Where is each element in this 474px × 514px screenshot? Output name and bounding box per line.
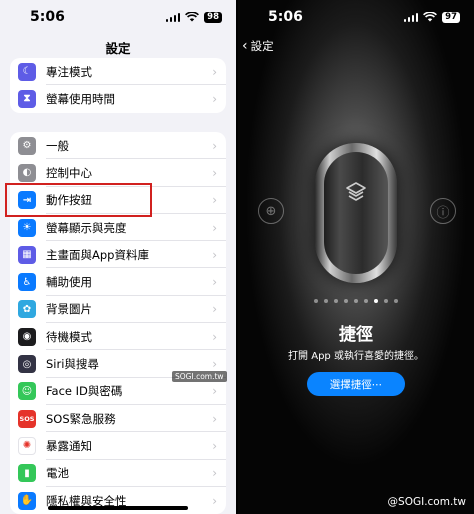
hand-icon: ✋ bbox=[18, 491, 36, 510]
home-indicator bbox=[48, 506, 188, 510]
page-dot[interactable] bbox=[384, 299, 388, 303]
page-dot[interactable] bbox=[324, 299, 328, 303]
back-label: 設定 bbox=[250, 39, 274, 53]
feature-description: 打開 App 或執行喜愛的捷徑。 bbox=[288, 351, 424, 362]
settings-row[interactable]: ☀ 螢幕顯示與亮度 › bbox=[10, 214, 226, 242]
chevron-right-icon: › bbox=[212, 193, 217, 208]
settings-row-label: 專注模式 bbox=[46, 64, 92, 79]
status-time: 5:06 bbox=[268, 9, 303, 25]
battery-indicator: 98 bbox=[204, 11, 222, 23]
standby-icon: ◉ bbox=[18, 327, 36, 346]
page-dot[interactable] bbox=[374, 299, 378, 303]
feature-title: 捷徑 bbox=[339, 325, 373, 345]
page-dot[interactable] bbox=[354, 299, 358, 303]
sos-icon: SOS bbox=[18, 409, 36, 428]
settings-row[interactable]: ▮ 電池 › bbox=[10, 460, 226, 488]
wifi-icon bbox=[185, 12, 200, 22]
sun-icon: ☀ bbox=[18, 218, 36, 237]
choose-shortcut-button[interactable]: 選擇捷徑⋯ bbox=[307, 372, 405, 396]
settings-group-main: ⚙ 一般 › ◐ 控制中心 › ⇥ 動作按鈕 › ☀ 螢幕顯示與亮度 › ▦ 主畫面與App資料庫 › ♿ 輔助… bbox=[10, 132, 226, 514]
page-dot[interactable] bbox=[314, 299, 318, 303]
exposure-icon: ✺ bbox=[18, 436, 36, 455]
magnifier-icon[interactable]: ⊕ bbox=[258, 198, 284, 224]
chevron-right-icon: › bbox=[212, 247, 217, 262]
siri-icon: ◎ bbox=[18, 355, 36, 374]
chevron-right-icon: › bbox=[212, 138, 217, 153]
page-title: 設定 bbox=[105, 41, 131, 56]
back-button[interactable]: ‹ 設定 bbox=[242, 38, 274, 54]
settings-row-label: 背景圖片 bbox=[46, 302, 92, 317]
accessibility-icon[interactable]: ⓘ bbox=[430, 198, 456, 224]
faceid-icon: ☺ bbox=[18, 382, 36, 401]
wallpaper-icon: ✿ bbox=[18, 300, 36, 319]
settings-row-label: 一般 bbox=[46, 138, 69, 153]
action-button-screen: 5:06 97 ‹ 設定 ⊕ ⓘ 捷徑 打開 App 或執行喜愛的捷徑。 選擇捷… bbox=[238, 0, 474, 514]
wifi-icon bbox=[423, 12, 438, 22]
settings-row-label: 主畫面與App資料庫 bbox=[46, 247, 149, 262]
page-dot[interactable] bbox=[344, 299, 348, 303]
chevron-right-icon: › bbox=[212, 466, 217, 481]
action-button-illustration bbox=[315, 143, 397, 283]
chevron-right-icon: › bbox=[212, 91, 217, 106]
settings-row-label: SOS緊急服務 bbox=[46, 411, 116, 426]
page-dot[interactable] bbox=[364, 299, 368, 303]
settings-row-label: Siri與搜尋 bbox=[46, 357, 99, 372]
settings-row[interactable]: ✺ 暴露通知 › bbox=[10, 432, 226, 460]
chevron-right-icon: › bbox=[212, 384, 217, 399]
settings-row-label: 螢幕顯示與亮度 bbox=[46, 220, 127, 235]
settings-row-label: 待機模式 bbox=[46, 329, 92, 344]
status-bar: 5:06 97 bbox=[238, 0, 474, 34]
chevron-right-icon: › bbox=[212, 357, 217, 372]
settings-row-label: 動作按鈕 bbox=[46, 193, 92, 208]
settings-row[interactable]: ⚙ 一般 › bbox=[10, 132, 226, 160]
chevron-right-icon: › bbox=[212, 275, 217, 290]
chevron-right-icon: › bbox=[212, 64, 217, 79]
battery-icon: ▮ bbox=[18, 464, 36, 483]
settings-row[interactable]: ♿ 輔助使用 › bbox=[10, 268, 226, 297]
settings-row-label: Face ID與密碼 bbox=[46, 384, 123, 399]
shortcuts-icon bbox=[346, 182, 366, 202]
settings-row-label: 暴露通知 bbox=[46, 438, 92, 453]
settings-row[interactable]: ◉ 待機模式 › bbox=[10, 323, 226, 351]
accessibility-icon: ♿ bbox=[18, 273, 36, 292]
chevron-right-icon: › bbox=[212, 165, 217, 180]
settings-group-focus: ☾ 專注模式 › ⧗ 螢幕使用時間 › bbox=[10, 58, 226, 113]
gear-icon: ⚙ bbox=[18, 136, 36, 155]
status-time: 5:06 bbox=[30, 9, 65, 25]
settings-row[interactable]: ☾ 專注模式 › bbox=[10, 58, 226, 86]
settings-row[interactable]: ⇥ 動作按鈕 › bbox=[10, 187, 226, 215]
settings-row[interactable]: SOS SOS緊急服務 › bbox=[10, 405, 226, 433]
settings-row-label: 電池 bbox=[46, 466, 69, 481]
chevron-right-icon: › bbox=[212, 302, 217, 317]
settings-row[interactable]: ⧗ 螢幕使用時間 › bbox=[10, 85, 226, 112]
action-button-icon: ⇥ bbox=[18, 191, 36, 210]
settings-row-label: 輔助使用 bbox=[46, 275, 92, 290]
page-indicator[interactable] bbox=[238, 299, 474, 303]
home-grid-icon: ▦ bbox=[18, 245, 36, 264]
watermark: @SOGI.com.tw bbox=[387, 496, 466, 508]
settings-row-label: 螢幕使用時間 bbox=[46, 91, 115, 106]
status-bar: 5:06 98 bbox=[0, 0, 236, 34]
chevron-right-icon: › bbox=[212, 493, 217, 508]
settings-row[interactable]: ◐ 控制中心 › bbox=[10, 159, 226, 187]
settings-row-label: 控制中心 bbox=[46, 165, 92, 180]
chevron-right-icon: › bbox=[212, 438, 217, 453]
page-dot[interactable] bbox=[334, 299, 338, 303]
battery-indicator: 97 bbox=[442, 11, 460, 23]
chevron-right-icon: › bbox=[212, 220, 217, 235]
chevron-right-icon: › bbox=[212, 329, 217, 344]
settings-screen: 5:06 98 設定 ☾ 專注模式 › ⧗ 螢幕使用時間 › ⚙ 一般 › ◐ 控制中心 › ⇥ 動作按… bbox=[0, 0, 236, 514]
moon-icon: ☾ bbox=[18, 62, 36, 81]
chevron-right-icon: › bbox=[212, 411, 217, 426]
settings-row[interactable]: ▦ 主畫面與App資料庫 › bbox=[10, 241, 226, 269]
cellular-signal-icon bbox=[165, 12, 181, 22]
page-dot[interactable] bbox=[394, 299, 398, 303]
cellular-signal-icon bbox=[403, 12, 419, 22]
settings-row[interactable]: ✿ 背景圖片 › bbox=[10, 296, 226, 324]
hourglass-icon: ⧗ bbox=[18, 89, 36, 108]
chevron-left-icon: ‹ bbox=[242, 38, 248, 54]
toggles-icon: ◐ bbox=[18, 163, 36, 182]
watermark-small: SOGI.com.tw bbox=[172, 371, 227, 382]
